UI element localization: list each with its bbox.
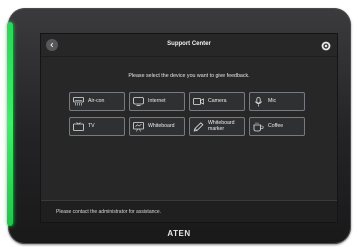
brand-logo: ATEN [167,229,191,238]
coffee-cup-icon [253,122,264,131]
camera-icon [193,98,204,105]
device-tile-tv[interactable]: TV [69,117,125,136]
device-label: TV [88,122,95,129]
device-tile-air-con[interactable]: Air-con [69,92,125,111]
page-title: Support Center [167,41,211,47]
device-tile-camera[interactable]: Camera [189,92,245,111]
device-label: Whiteboard marker [208,120,235,132]
device-tile-internet[interactable]: Internet [129,92,185,111]
monitor-icon [133,97,144,106]
device-tile-whiteboard-marker[interactable]: Whiteboard marker [189,117,245,136]
device-label: Air-con [88,97,105,104]
gear-icon [321,41,330,50]
device-tile-mic[interactable]: Mic [249,92,305,111]
status-led [7,22,13,226]
header-divider [41,56,337,57]
support-center-screen: Support Center Please select the device … [40,33,338,223]
device-label: Coffee [268,122,284,129]
device-label: Internet [148,97,166,104]
footer-divider [41,200,337,201]
device-tile-whiteboard[interactable]: Whiteboard [129,117,185,136]
whiteboard-icon [133,121,144,132]
device-grid: Air-con Internet Camera Mic TV Whiteboar… [69,92,305,136]
settings-button[interactable] [320,40,331,51]
air-conditioner-icon [73,97,84,106]
microphone-icon [255,96,262,106]
device-tile-coffee[interactable]: Coffee [249,117,305,136]
device-label: Whiteboard [148,122,175,129]
contact-message: Please contact the administrator for ass… [56,209,162,215]
device-label: Camera [208,97,227,104]
device-label: Mic [268,97,277,104]
instruction-text: Please select the device you want to giv… [128,73,250,79]
marker-icon [193,121,204,132]
tv-icon [73,121,84,131]
